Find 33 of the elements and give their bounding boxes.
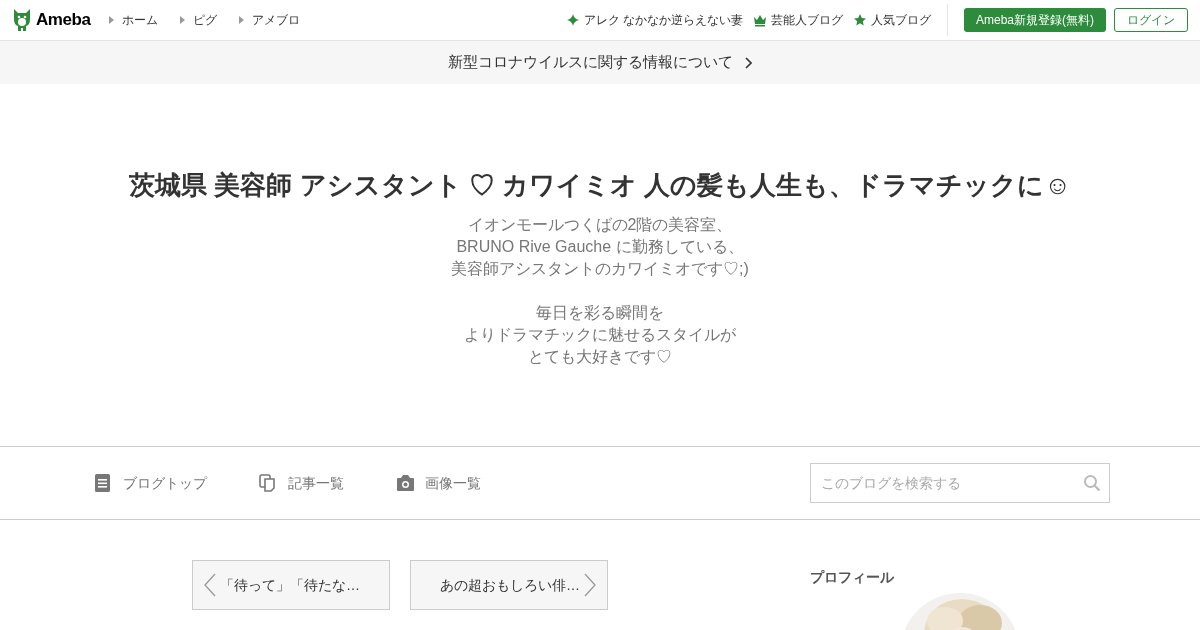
camera-icon xyxy=(396,474,415,492)
login-button[interactable]: ログイン xyxy=(1114,8,1188,32)
profile-heading: プロフィール xyxy=(810,568,895,587)
blog-nav-link[interactable]: 記事一覧 xyxy=(259,472,344,494)
nav-link[interactable]: ホーム xyxy=(108,11,158,29)
triangle-icon xyxy=(179,16,185,24)
logo-text[interactable]: Ameba xyxy=(36,7,91,33)
header-link[interactable]: アレク なかなか逆らえない妻 xyxy=(566,11,743,29)
previous-post-button[interactable]: 「待って」「待たな… xyxy=(192,560,390,610)
sparkle-icon xyxy=(566,13,579,27)
blog-description: イオンモールつくばの2階の美容室、 BRUNO Rive Gauche に勤務している、 美容師アシスタントのカワイミオです♡;) xyxy=(451,215,749,279)
header-link[interactable]: 芸能人ブログ xyxy=(754,11,843,29)
blog-title[interactable]: 茨城県 美容師 アシスタント ♡ カワイミオ 人の髪も人生も、ドラマチックに☺ xyxy=(129,166,1071,205)
nav-link[interactable]: アメブロ xyxy=(238,11,300,29)
copy-icon xyxy=(259,474,278,492)
document-icon xyxy=(94,474,113,492)
triangle-icon xyxy=(108,16,114,24)
blog-description: 毎日を彩る瞬間を よりドラマチックに魅せるスタイルが とても大好きです♡ xyxy=(464,303,736,367)
chevron-left-icon xyxy=(203,573,216,597)
triangle-icon xyxy=(238,16,244,24)
notice-link[interactable]: 新型コロナウイルスに関する情報について xyxy=(0,41,1200,84)
logo-mascot-icon[interactable] xyxy=(12,7,32,33)
search-field[interactable]: このブログを検索する xyxy=(810,463,1110,503)
crown-icon xyxy=(754,13,766,27)
chevron-right-icon xyxy=(745,56,752,69)
blog-nav-link[interactable]: 画像一覧 xyxy=(396,472,481,494)
header-link[interactable]: 人気ブログ xyxy=(854,11,931,29)
chevron-right-icon xyxy=(584,573,597,597)
blog-nav-link[interactable]: ブログトップ xyxy=(94,472,207,494)
nav-link[interactable]: ピグ xyxy=(179,11,217,29)
register-button[interactable]: Ameba新規登録(無料) xyxy=(964,8,1106,32)
next-post-button[interactable]: あの超おもしろい俳… xyxy=(410,560,608,610)
star-icon xyxy=(854,13,866,27)
